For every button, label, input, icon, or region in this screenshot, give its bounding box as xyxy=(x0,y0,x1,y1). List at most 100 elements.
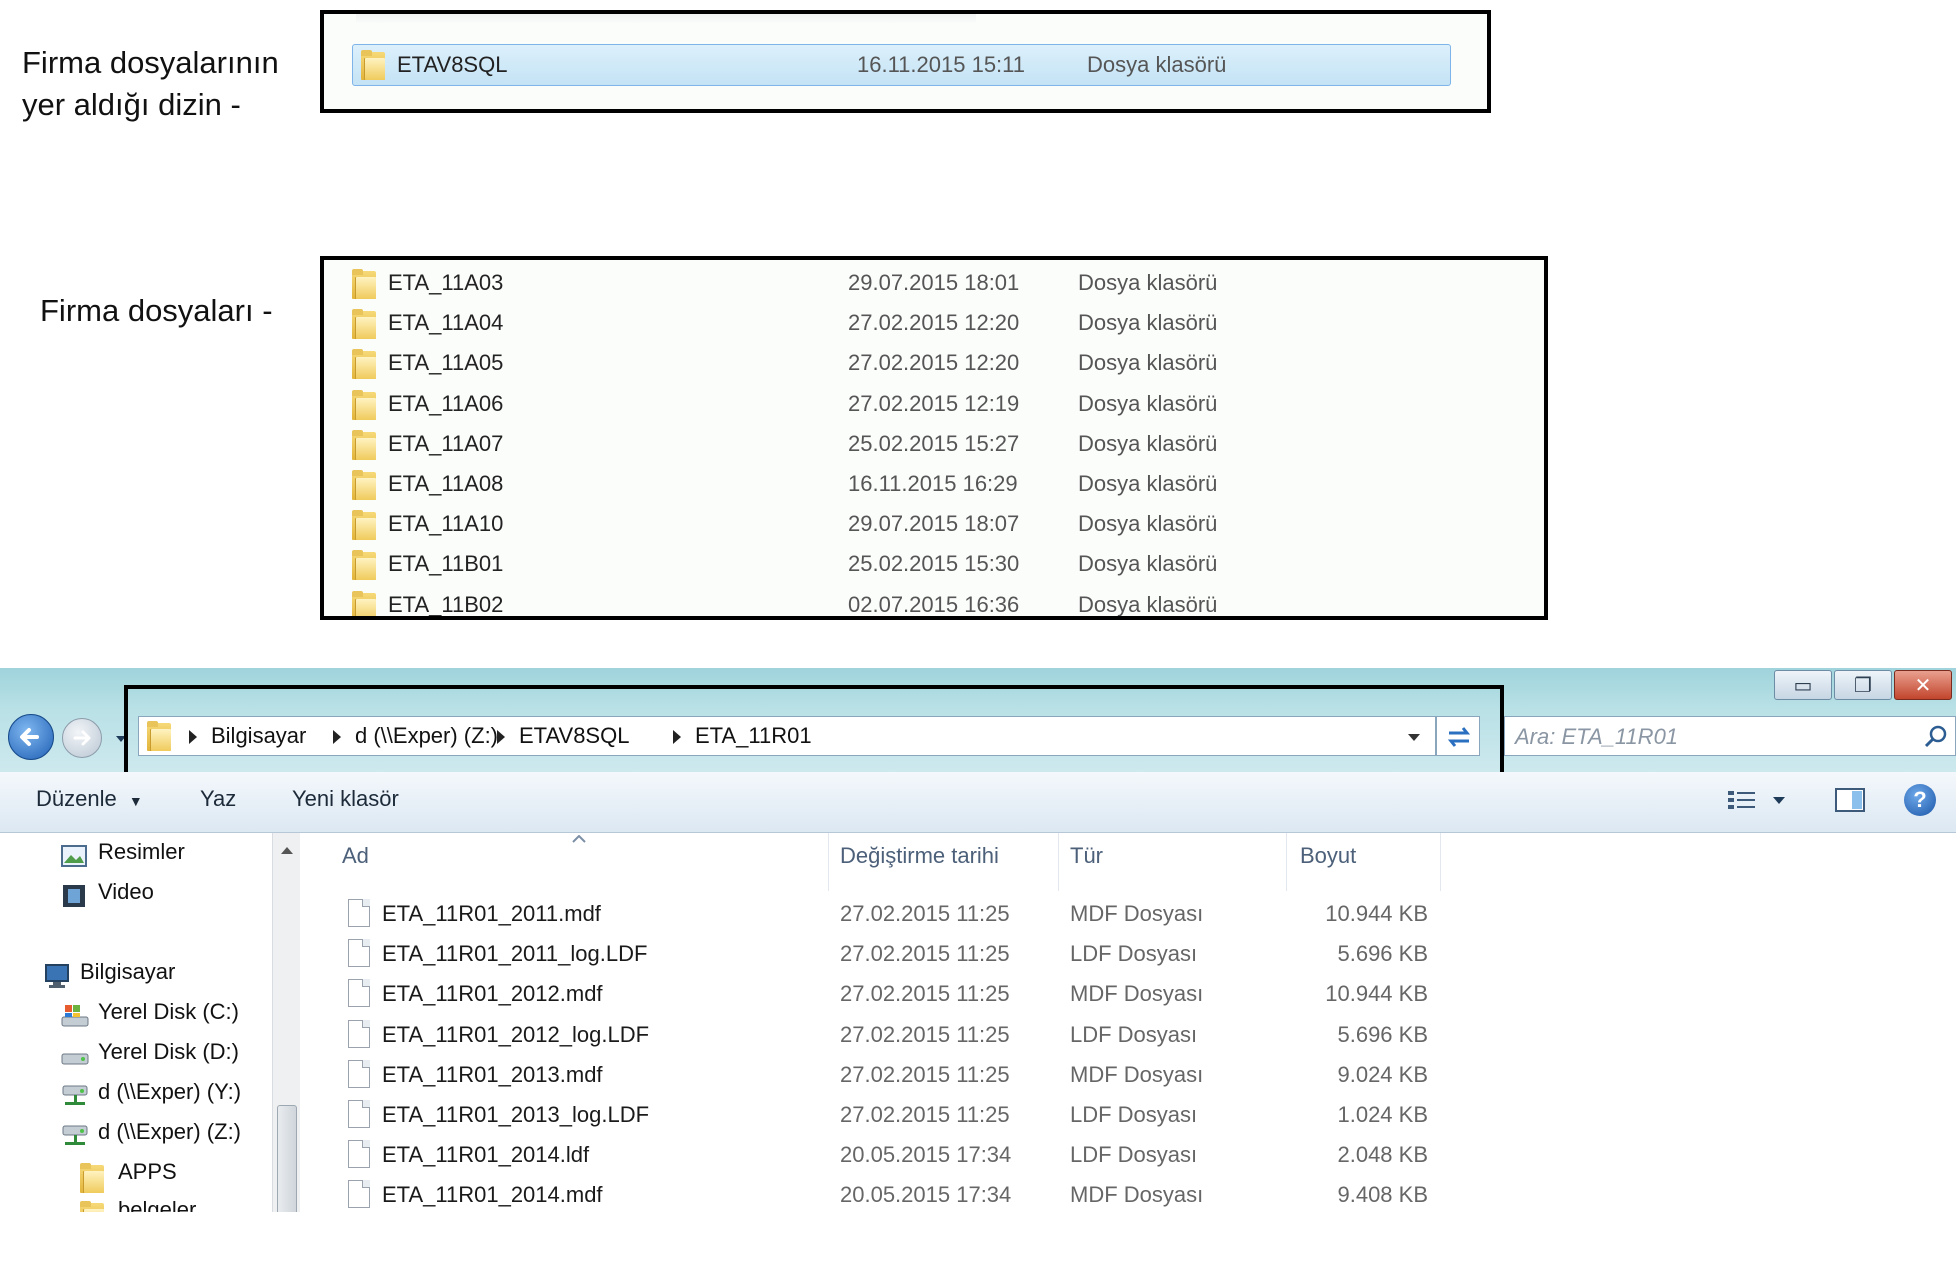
close-button[interactable]: ✕ xyxy=(1894,670,1952,700)
folder-name: ETA_11A07 xyxy=(388,430,504,456)
file-row[interactable]: ETA_11R01_2014.ldf 20.05.2015 17:34 LDF Do… xyxy=(300,1136,1440,1172)
nav-item-label: Yerel Disk (D:) xyxy=(98,1039,239,1064)
file-icon xyxy=(348,979,370,1008)
file-icon xyxy=(348,939,370,968)
file-size: 10.944 KB xyxy=(1325,981,1428,1007)
file-size: 9.024 KB xyxy=(1337,1061,1428,1087)
file-name: ETA_11R01_2011.mdf xyxy=(382,901,601,926)
new-folder-button[interactable]: Yeni klasör xyxy=(292,786,399,812)
file-row[interactable]: ETA_11R01_2011_log.LDF 27.02.2015 11:25 LD… xyxy=(300,935,1440,971)
nav-item-label: Resimler xyxy=(98,839,185,864)
folder-row[interactable]: ETA_11A07 25.02.2015 15:27 Dosya klasörü xyxy=(344,427,1524,463)
scroll-up-icon[interactable] xyxy=(280,845,294,855)
column-header-type[interactable]: Tür xyxy=(1070,843,1103,869)
folder-icon xyxy=(352,550,376,581)
minimize-button[interactable]: ▭ xyxy=(1774,670,1832,700)
close-icon: ✕ xyxy=(1914,673,1932,697)
sort-ascending-icon xyxy=(572,835,586,843)
folder-name: ETA_11A08 xyxy=(388,471,504,496)
help-button[interactable]: ? xyxy=(1904,784,1936,816)
folder-row[interactable]: ETA_11A10 29.07.2015 18:07 Dosya klasörü xyxy=(344,507,1524,543)
search-icon[interactable] xyxy=(1923,724,1949,750)
nav-item-label: Video xyxy=(98,879,154,904)
minimize-icon: ▭ xyxy=(1793,673,1813,697)
column-header-name[interactable]: Ad xyxy=(342,843,369,869)
burn-label: Yaz xyxy=(200,786,237,811)
company-files-annotation: Firma dosyaları - xyxy=(40,290,273,332)
folder-row[interactable]: ETA_11B02 02.07.2015 16:36 Dosya klasörü xyxy=(344,588,1524,617)
folder-type: Dosya klasörü xyxy=(1078,270,1218,295)
file-name: ETA_11R01_2014.mdf xyxy=(382,1182,603,1208)
burn-button[interactable]: Yaz xyxy=(200,786,236,812)
file-type: LDF Dosyası xyxy=(1070,1102,1198,1127)
column-divider[interactable] xyxy=(1058,833,1059,891)
file-icon xyxy=(348,1180,370,1209)
folder-icon xyxy=(80,1201,104,1212)
file-type: MDF Dosyası xyxy=(1070,1061,1204,1087)
folder-row[interactable]: ETA_11A05 27.02.2015 12:20 Dosya klasörü xyxy=(344,346,1524,382)
column-divider[interactable] xyxy=(1286,833,1287,891)
computer-icon xyxy=(45,964,69,988)
file-size: 9.408 KB xyxy=(1337,1182,1428,1208)
navigation-scrollbar[interactable] xyxy=(272,833,301,1212)
folder-icon xyxy=(352,510,376,541)
explorer-window: ▭ ❐ ✕ Bilgisayar d (\\Exper) (Z:) ETAV8SQL… xyxy=(0,668,1956,1212)
file-row[interactable]: ETA_11R01_2012.mdf 27.02.2015 11:25 MDF Do… xyxy=(300,975,1440,1011)
folder-row[interactable]: ETA_11A04 27.02.2015 12:20 Dosya klasörü xyxy=(344,306,1524,342)
file-icon xyxy=(348,1019,370,1048)
search-box[interactable]: Ara: ETA_11R01 xyxy=(1504,716,1956,756)
file-row[interactable]: ETA_11R01_2011.mdf 27.02.2015 11:25 MDF Do… xyxy=(300,895,1440,931)
view-dropdown-icon xyxy=(1773,797,1785,804)
folder-date: 16.11.2015 15:11 xyxy=(857,52,1026,77)
folder-type: Dosya klasörü xyxy=(1078,390,1218,416)
file-name: ETA_11R01_2012.mdf xyxy=(382,981,603,1007)
folder-name: ETA_11A04 xyxy=(388,310,504,336)
folder-icon xyxy=(80,1163,104,1193)
network-drive-icon xyxy=(62,1085,88,1105)
column-divider[interactable] xyxy=(828,833,829,891)
preview-pane-button[interactable] xyxy=(1834,786,1866,816)
company-folders-frame: ETA_11A03 29.07.2015 18:01 Dosya klasörü ET… xyxy=(320,256,1548,620)
scroll-thumb[interactable] xyxy=(277,1105,297,1212)
column-header-size[interactable]: Boyut xyxy=(1300,843,1356,869)
folder-type: Dosya klasörü xyxy=(1078,350,1218,376)
file-row[interactable]: ETA_11R01_2012_log.LDF 27.02.2015 11:25 LD… xyxy=(300,1016,1440,1052)
column-header-date[interactable]: Değiştirme tarihi xyxy=(840,843,999,869)
file-size: 2.048 KB xyxy=(1337,1142,1428,1168)
file-name: ETA_11R01_2013.mdf xyxy=(382,1061,603,1087)
file-type: LDF Dosyası xyxy=(1070,1021,1198,1047)
file-row[interactable]: ETA_11R01_2013_log.LDF 27.02.2015 11:25 LD… xyxy=(300,1096,1440,1132)
nav-item-label: APPS xyxy=(118,1159,177,1184)
folder-date: 27.02.2015 12:20 xyxy=(848,310,1020,336)
restore-button[interactable]: ❐ xyxy=(1834,670,1892,700)
folder-name: ETA_11B01 xyxy=(388,551,504,577)
file-date: 20.05.2015 17:34 xyxy=(840,1142,1012,1168)
folder-row[interactable]: ETA_11A06 27.02.2015 12:19 Dosya klasörü xyxy=(344,387,1524,423)
folder-row[interactable]: ETA_11A08 16.11.2015 16:29 Dosya klasörü xyxy=(344,467,1524,503)
address-frame xyxy=(124,685,1504,781)
folder-type: Dosya klasörü xyxy=(1087,52,1227,77)
file-date: 20.05.2015 17:34 xyxy=(840,1182,1012,1208)
folder-row[interactable]: ETA_11B01 25.02.2015 15:30 Dosya klasörü xyxy=(344,547,1524,583)
folder-row[interactable]: ETA_11A03 29.07.2015 18:01 Dosya klasörü xyxy=(344,266,1524,302)
folder-date: 29.07.2015 18:07 xyxy=(848,511,1020,537)
folder-date: 27.02.2015 12:20 xyxy=(848,350,1020,376)
new-folder-label: Yeni klasör xyxy=(292,786,399,811)
folder-name: ETAV8SQL xyxy=(397,52,508,77)
file-list: Ad Değiştirme tarihi Tür Boyut ETA_11R01… xyxy=(300,833,1956,1212)
column-divider[interactable] xyxy=(1440,833,1441,891)
view-options-button[interactable] xyxy=(1726,786,1786,816)
folder-type: Dosya klasörü xyxy=(1078,551,1218,577)
back-button[interactable] xyxy=(8,714,54,760)
folder-icon xyxy=(361,50,385,80)
folder-name: ETA_11B02 xyxy=(388,591,504,617)
file-icon xyxy=(348,1100,370,1128)
file-row[interactable]: ETA_11R01_2014.mdf 20.05.2015 17:34 MDF Do… xyxy=(300,1176,1440,1212)
selected-folder-row[interactable]: ETAV8SQL 16.11.2015 15:11 Dosya klasörü xyxy=(352,44,1451,86)
folder-date: 02.07.2015 16:36 xyxy=(848,591,1020,617)
forward-button[interactable] xyxy=(62,718,102,758)
organize-menu[interactable]: Düzenle ▼ xyxy=(36,786,143,812)
file-row[interactable]: ETA_11R01_2013.mdf 27.02.2015 11:25 MDF Do… xyxy=(300,1056,1440,1092)
folder-icon xyxy=(352,309,376,340)
video-icon xyxy=(63,885,85,907)
